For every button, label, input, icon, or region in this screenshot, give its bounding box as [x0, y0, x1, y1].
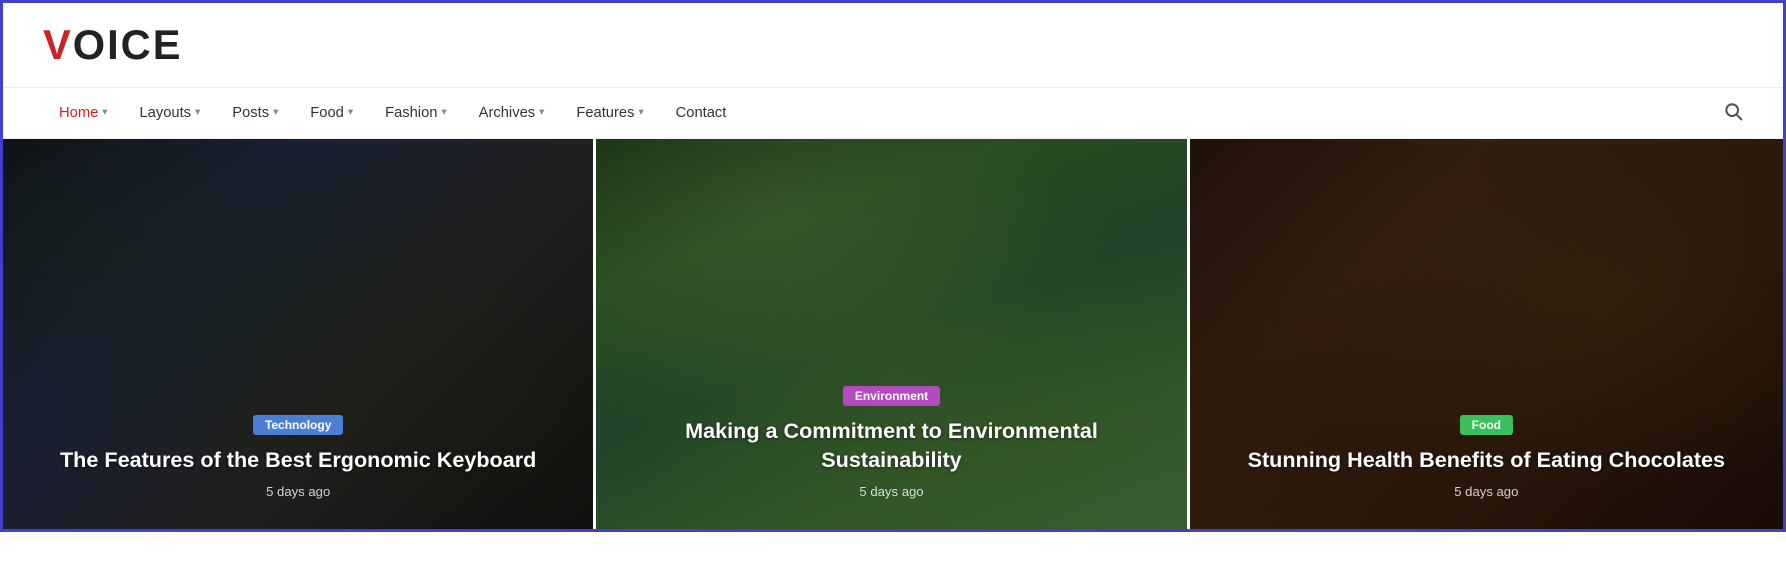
- card-2-meta: 5 days ago: [624, 484, 1158, 499]
- nav-link-layouts[interactable]: Layouts ▾: [123, 87, 216, 139]
- nav-label-layouts: Layouts: [139, 87, 191, 139]
- card-2[interactable]: Environment Making a Commitment to Envir…: [596, 139, 1189, 529]
- nav-item-posts[interactable]: Posts ▾: [216, 87, 294, 139]
- nav-item-contact[interactable]: Contact: [660, 87, 743, 139]
- card-1-meta: 5 days ago: [31, 484, 565, 499]
- chevron-down-icon: ▾: [638, 87, 643, 139]
- chevron-down-icon: ▾: [195, 87, 200, 139]
- nav-links-list: Home ▾ Layouts ▾ Posts ▾ Food ▾ Fashion: [43, 87, 742, 139]
- nav-link-posts[interactable]: Posts ▾: [216, 87, 294, 139]
- site-header: VOICE: [3, 3, 1783, 87]
- card-2-content: Environment Making a Commitment to Envir…: [596, 362, 1186, 529]
- card-2-category-badge[interactable]: Environment: [843, 386, 940, 406]
- nav-link-features[interactable]: Features ▾: [560, 87, 659, 139]
- nav-label-home: Home: [59, 87, 98, 139]
- nav-link-food[interactable]: Food ▾: [294, 87, 369, 139]
- nav-label-contact: Contact: [676, 87, 727, 139]
- chevron-down-icon: ▾: [102, 87, 107, 139]
- card-2-title: Making a Commitment to Environmental Sus…: [624, 416, 1158, 474]
- card-3-category-badge[interactable]: Food: [1460, 415, 1513, 435]
- nav-item-home[interactable]: Home ▾: [43, 87, 123, 139]
- chevron-down-icon: ▾: [348, 87, 353, 139]
- site-logo[interactable]: VOICE: [43, 21, 182, 69]
- search-icon: [1723, 101, 1743, 121]
- nav-item-archives[interactable]: Archives ▾: [463, 87, 561, 139]
- chevron-down-icon: ▾: [539, 87, 544, 139]
- logo-v: V: [43, 21, 73, 68]
- card-1[interactable]: Technology The Features of the Best Ergo…: [3, 139, 596, 529]
- chevron-down-icon: ▾: [441, 87, 446, 139]
- nav-link-home[interactable]: Home ▾: [43, 87, 123, 139]
- chevron-down-icon: ▾: [273, 87, 278, 139]
- nav-label-fashion: Fashion: [385, 87, 437, 139]
- nav-link-fashion[interactable]: Fashion ▾: [369, 87, 463, 139]
- card-3-meta: 5 days ago: [1218, 484, 1755, 499]
- nav-label-posts: Posts: [232, 87, 269, 139]
- card-3-content: Food Stunning Health Benefits of Eating …: [1190, 391, 1783, 529]
- nav-label-features: Features: [576, 87, 634, 139]
- logo-rest: OICE: [73, 21, 183, 68]
- search-button[interactable]: [1723, 101, 1743, 126]
- card-1-category-badge[interactable]: Technology: [253, 415, 343, 435]
- card-3-title: Stunning Health Benefits of Eating Choco…: [1218, 445, 1755, 474]
- featured-cards-grid: Technology The Features of the Best Ergo…: [3, 139, 1783, 529]
- nav-link-contact[interactable]: Contact: [660, 87, 743, 139]
- card-1-content: Technology The Features of the Best Ergo…: [3, 391, 593, 529]
- card-3[interactable]: Food Stunning Health Benefits of Eating …: [1190, 139, 1783, 529]
- nav-item-layouts[interactable]: Layouts ▾: [123, 87, 216, 139]
- nav-label-food: Food: [310, 87, 344, 139]
- card-1-title: The Features of the Best Ergonomic Keybo…: [31, 445, 565, 474]
- main-nav: Home ▾ Layouts ▾ Posts ▾ Food ▾ Fashion: [3, 87, 1783, 139]
- nav-item-features[interactable]: Features ▾: [560, 87, 659, 139]
- nav-label-archives: Archives: [479, 87, 535, 139]
- nav-link-archives[interactable]: Archives ▾: [463, 87, 561, 139]
- nav-item-food[interactable]: Food ▾: [294, 87, 369, 139]
- nav-item-fashion[interactable]: Fashion ▾: [369, 87, 463, 139]
